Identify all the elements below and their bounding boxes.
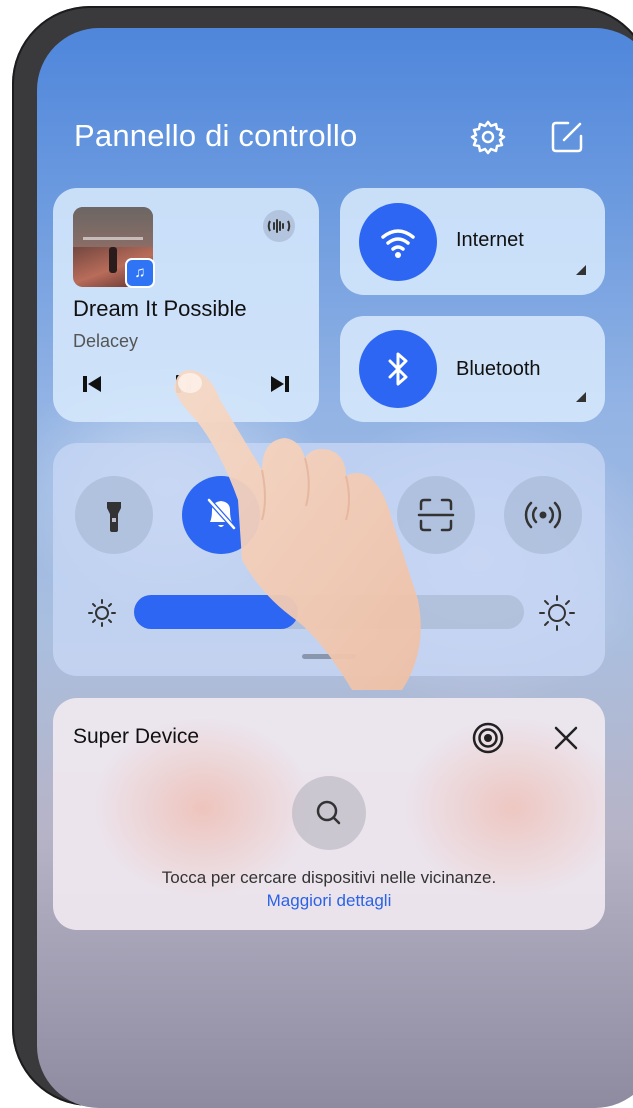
pointing-hand-illustration: [174, 370, 421, 690]
